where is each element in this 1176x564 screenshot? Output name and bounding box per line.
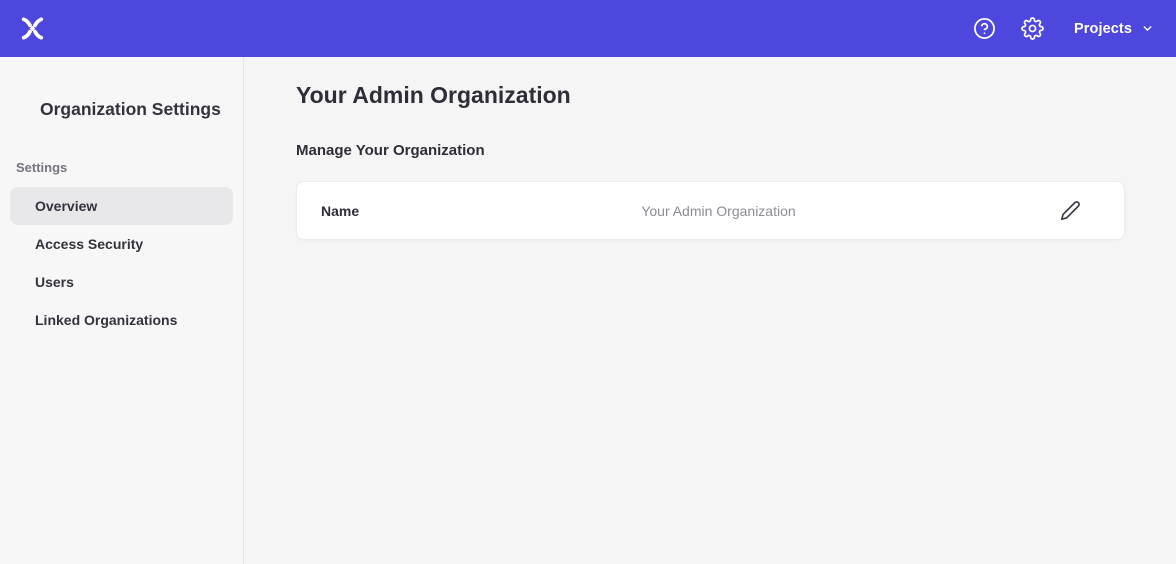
sidebar-item-access-security[interactable]: Access Security (10, 225, 233, 263)
pencil-icon (1060, 200, 1081, 221)
organization-name-card: Name Your Admin Organization (296, 181, 1125, 240)
projects-dropdown-label: Projects (1074, 21, 1132, 37)
brand-x-logo[interactable] (19, 15, 46, 42)
topbar: Projects (0, 0, 1176, 57)
main-content: Your Admin Organization Manage Your Orga… (244, 57, 1176, 564)
sidebar-item-label: Access Security (35, 236, 143, 252)
sidebar-item-users[interactable]: Users (10, 263, 233, 301)
sidebar-item-label: Overview (35, 198, 97, 214)
sidebar: Organization Settings Settings Overview … (0, 57, 244, 564)
topbar-actions: Projects (972, 16, 1154, 42)
sidebar-title: Organization Settings (40, 99, 243, 120)
name-field-value: Your Admin Organization (381, 203, 1056, 219)
section-title: Manage Your Organization (296, 142, 1125, 159)
sidebar-item-overview[interactable]: Overview (10, 187, 233, 225)
page-title: Your Admin Organization (296, 82, 1125, 109)
sidebar-nav: Overview Access Security Users Linked Or… (0, 187, 243, 339)
sidebar-item-label: Users (35, 274, 74, 290)
chevron-down-icon (1141, 22, 1154, 35)
edit-name-button[interactable] (1056, 197, 1084, 225)
projects-dropdown[interactable]: Projects (1074, 21, 1154, 37)
page-shell: Organization Settings Settings Overview … (0, 57, 1176, 564)
gear-icon[interactable] (1020, 16, 1046, 42)
sidebar-item-label: Linked Organizations (35, 312, 177, 328)
name-field-label: Name (321, 203, 381, 219)
help-circle-icon[interactable] (972, 16, 998, 42)
sidebar-item-linked-organizations[interactable]: Linked Organizations (10, 301, 233, 339)
sidebar-section-label: Settings (16, 160, 243, 175)
